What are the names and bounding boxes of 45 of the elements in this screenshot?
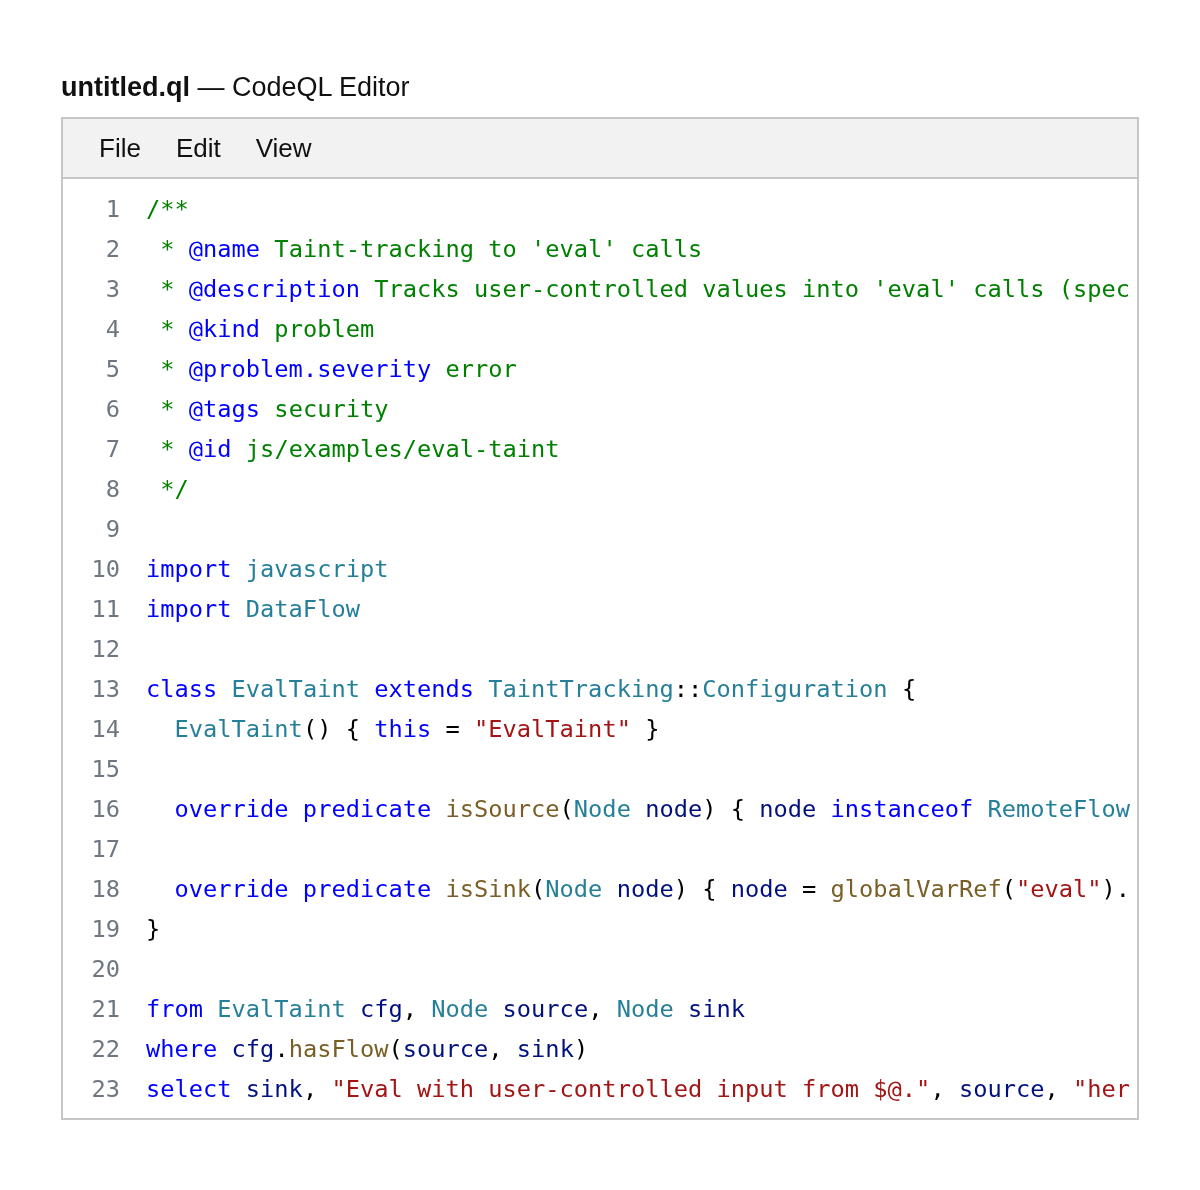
code-line: * @problem.severity error [159, 355, 517, 383]
line-number: 23 [91, 1075, 120, 1103]
code-line: select sink, "Eval with user-controlled input from $@.", source, "her [146, 1075, 1131, 1103]
line-number: 10 [91, 555, 120, 583]
line-number: 3 [105, 275, 120, 303]
line-number: 8 [105, 475, 120, 503]
code-line: } [146, 915, 161, 943]
line-number: 15 [91, 755, 120, 783]
code-line: where cfg.hasFlow(source, sink) [146, 1035, 589, 1063]
code-line: import javascript [146, 555, 389, 583]
window-title: untitled.ql — CodeQL Editor [61, 71, 410, 103]
line-number: 5 [105, 355, 120, 383]
code-line: * @description Tracks user-controlled values into 'eval' calls (spec [159, 275, 1131, 303]
line-number: 14 [91, 715, 120, 743]
code-line: override predicate isSink(Node node) { node = globalVarRef("eval"). [173, 875, 1131, 903]
line-number: 21 [91, 995, 120, 1023]
code-line: * @tags security [159, 395, 389, 423]
code-line: * @kind problem [159, 315, 375, 343]
code-line: from EvalTaint cfg, Node source, Node sink [146, 995, 746, 1023]
code-line: * @id js/examples/eval-taint [159, 435, 560, 463]
line-number: 11 [91, 595, 120, 623]
line-number: 22 [91, 1035, 120, 1063]
line-number: 17 [91, 835, 120, 863]
menu-item[interactable]: View [239, 126, 328, 170]
code-line: class EvalTaint extends TaintTracking::Configuration { [146, 675, 917, 703]
code-line: import DataFlow [146, 595, 360, 623]
code-line: * @name Taint-tracking to 'eval' calls [159, 235, 703, 263]
line-number: 7 [105, 435, 120, 463]
line-number: 2 [105, 235, 120, 263]
line-number: 1 [105, 195, 120, 223]
line-number: 18 [91, 875, 120, 903]
code-line: /** [146, 195, 189, 223]
line-number: 12 [91, 635, 120, 663]
line-number: 16 [91, 795, 120, 823]
menu-item[interactable]: File [83, 126, 157, 170]
code-line: EvalTaint() { this = "EvalTaint" } [173, 715, 660, 743]
line-number: 19 [91, 915, 120, 943]
code-line: override predicate isSource(Node node) { node instanceof RemoteFlow [173, 795, 1131, 823]
line-number: 4 [105, 315, 120, 343]
line-number: 13 [91, 675, 120, 703]
line-number: 9 [105, 515, 120, 543]
code-line: */ [159, 475, 189, 503]
line-number: 6 [105, 395, 120, 423]
menu-item[interactable]: Edit [159, 126, 237, 170]
line-number: 20 [91, 955, 120, 983]
